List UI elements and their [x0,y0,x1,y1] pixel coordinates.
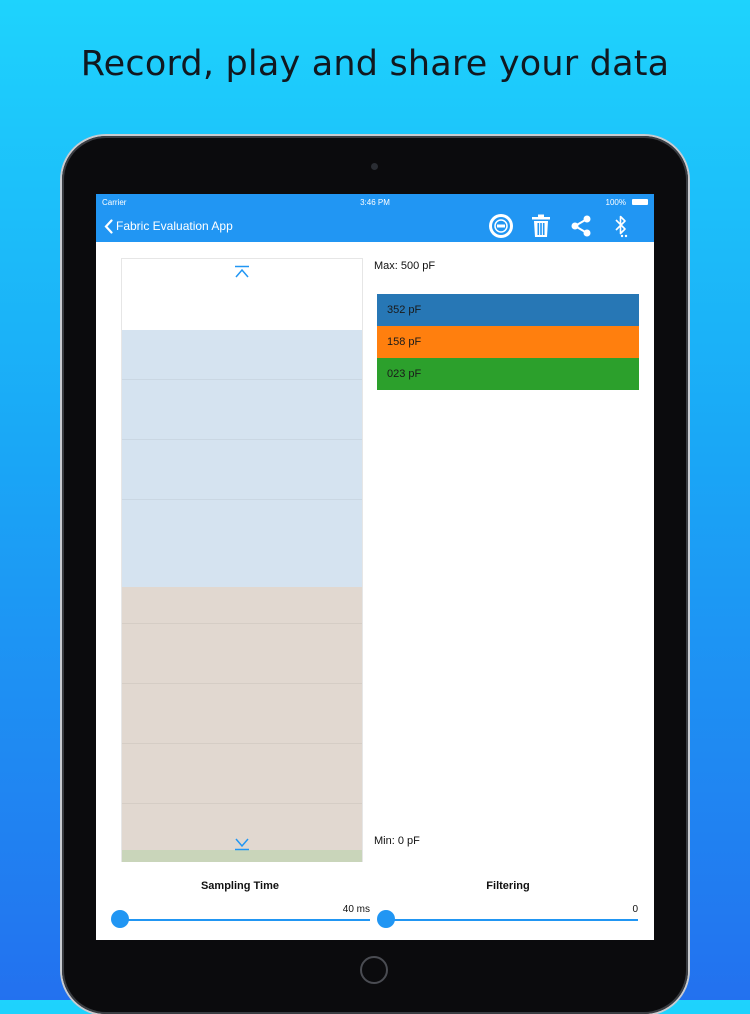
gridline [122,683,362,684]
share-button[interactable] [568,213,594,239]
app-screen: Carrier 3:46 PM 100% Fabric Evaluation A… [96,194,654,940]
navigation-bar: Fabric Evaluation App [96,210,654,242]
sampling-time-title: Sampling Time [200,880,280,892]
filtering-slider[interactable] [382,919,638,921]
trash-icon [532,214,550,237]
gridline [122,439,362,440]
status-time: 3:46 PM [360,198,390,207]
filtering-title: Filtering [486,880,530,892]
chevron-up-icon [235,265,249,278]
battery-icon [632,199,648,205]
ipad-frame: Carrier 3:46 PM 100% Fabric Evaluation A… [62,136,688,1014]
capacitance-bar-chart [121,258,363,862]
headline: Record, play and share your data [80,44,670,84]
home-button[interactable] [360,956,388,984]
reading-row-2: 158 pF [377,326,639,358]
reading-bar-1 [122,330,362,587]
filtering-value: 0 [632,904,638,915]
gridline [122,803,362,804]
gridline [122,499,362,500]
gridline [122,379,362,380]
chevron-left-icon [104,218,113,234]
reading-bar-2 [122,587,362,850]
max-label: Max: 500 pF [374,260,436,272]
bluetooth-icon [615,215,628,238]
sampling-time-value: 40 ms [342,904,370,915]
record-icon [489,214,513,238]
back-button[interactable]: Fabric Evaluation App [104,216,233,236]
scroll-down-button[interactable] [234,837,250,856]
min-label: Min: 0 pF [374,835,420,847]
readings-legend: 352 pF 158 pF 023 pF [377,294,639,390]
battery-percent: 100% [605,198,626,207]
sampling-time-slider-knob[interactable] [111,910,129,928]
camera [371,163,378,170]
chevron-down-icon [235,838,249,851]
back-button-label: Fabric Evaluation App [116,219,233,233]
filtering-slider-knob[interactable] [377,910,395,928]
delete-button[interactable] [528,213,554,239]
status-bar: Carrier 3:46 PM 100% [96,194,654,210]
sampling-time-slider[interactable] [116,919,370,921]
share-icon [571,215,591,237]
scroll-up-button[interactable] [234,265,250,284]
bluetooth-button[interactable] [608,213,634,239]
gridline [122,743,362,744]
reading-row-3: 023 pF [377,358,639,390]
gridline [122,623,362,624]
reading-row-1: 352 pF [377,294,639,326]
record-button[interactable] [488,213,514,239]
nav-actions [488,214,634,238]
